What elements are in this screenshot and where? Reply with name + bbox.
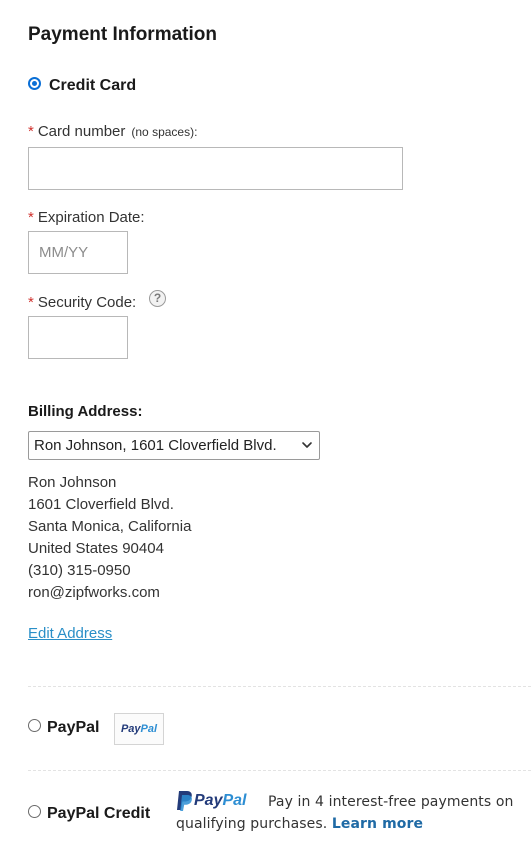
required-marker: * xyxy=(28,294,34,311)
divider xyxy=(28,770,531,771)
paypal-credit-logo: PayPal xyxy=(176,790,246,812)
paypal-credit-message-line1: Pay in 4 interest-free payments on xyxy=(268,794,514,810)
paypal-logo-pay: Pay xyxy=(194,792,223,809)
security-code-label-text: Security Code: xyxy=(37,294,137,311)
question-circle-icon[interactable]: ? xyxy=(149,290,166,307)
paypal-badge-pal: Pal xyxy=(140,723,158,735)
credit-card-radio[interactable] xyxy=(28,77,41,90)
card-number-input[interactable] xyxy=(28,147,403,190)
paypal-p-icon xyxy=(177,791,192,811)
required-marker: * xyxy=(28,123,34,140)
expiration-date-label-text: Expiration Date: xyxy=(37,209,145,226)
security-code-label: * Security Code: xyxy=(28,294,136,311)
billing-address-title: Billing Address: xyxy=(28,403,143,420)
chevron-down-icon xyxy=(302,442,312,448)
paypal-credit-radio[interactable] xyxy=(28,805,41,818)
paypal-badge-pay: Pay xyxy=(120,723,141,735)
required-marker: * xyxy=(28,209,34,226)
billing-address-select[interactable]: Ron Johnson, 1601 Cloverfield Blvd. xyxy=(28,431,320,460)
credit-card-label[interactable]: Credit Card xyxy=(49,77,136,95)
address-name: Ron Johnson xyxy=(28,474,117,491)
paypal-credit-message-line2: qualifying purchases. Learn more xyxy=(176,816,423,832)
paypal-label[interactable]: PayPal xyxy=(47,719,99,737)
learn-more-link[interactable]: Learn more xyxy=(332,816,423,832)
card-number-label-text: Card number xyxy=(37,123,126,140)
address-email: ron@zipfworks.com xyxy=(28,584,160,601)
billing-address-block: Ron Johnson 1601 Cloverfield Blvd. Santa… xyxy=(28,472,191,604)
paypal-credit-message-text: qualifying purchases. xyxy=(176,816,328,832)
address-country-zip: United States 90404 xyxy=(28,540,164,557)
paypal-logo-pal: Pal xyxy=(222,792,247,809)
expiration-date-input[interactable] xyxy=(28,231,128,274)
page-title: Payment Information xyxy=(28,24,217,45)
security-code-input[interactable] xyxy=(28,316,128,359)
card-number-label: * Card number (no spaces): xyxy=(28,123,197,140)
address-street: 1601 Cloverfield Blvd. xyxy=(28,496,174,513)
edit-address-link[interactable]: Edit Address xyxy=(28,625,112,642)
billing-address-selected: Ron Johnson, 1601 Cloverfield Blvd. xyxy=(34,437,277,454)
divider xyxy=(28,686,531,687)
expiration-date-label: * Expiration Date: xyxy=(28,209,145,226)
address-city-state: Santa Monica, California xyxy=(28,518,192,535)
paypal-radio[interactable] xyxy=(28,719,41,732)
paypal-logo-badge: PayPal xyxy=(114,713,164,745)
card-number-hint: (no spaces): xyxy=(131,125,198,139)
address-phone: (310) 315-0950 xyxy=(28,562,131,579)
paypal-credit-label[interactable]: PayPal Credit xyxy=(47,805,150,823)
